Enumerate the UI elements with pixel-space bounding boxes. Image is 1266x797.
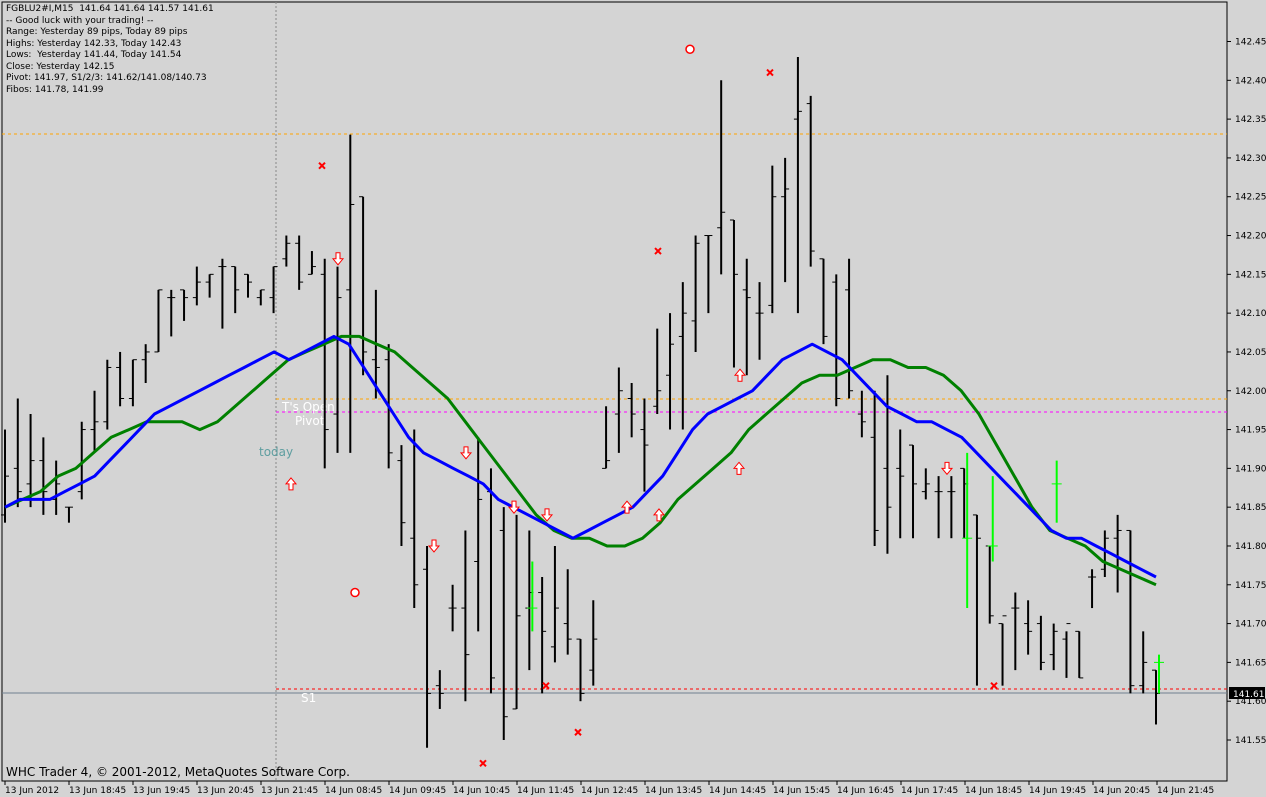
fractal-icon [685,44,695,55]
x-tick-label: 14 Jun 20:45 [1093,786,1150,796]
price-chart[interactable]: T's Open Pivot today S1 142.45142.40142.… [0,0,1266,797]
x-tick-label: 14 Jun 08:45 [325,786,382,796]
pivot-label: Pivot [295,414,325,428]
x-tick-label: 14 Jun 15:45 [773,786,830,796]
x-tick-label: 14 Jun 19:45 [1029,786,1086,796]
x-tick-label: 13 Jun 2012 [5,786,59,796]
x-tick-label: 14 Jun 17:45 [901,786,958,796]
y-tick-label: 141.85 [1235,503,1266,513]
price-axis[interactable]: 142.45 142.40 142.35 142.30 142.25 142.20 142.… [1227,38,1266,747]
info-line-6: Fibos: 141.78, 141.99 [6,84,104,95]
s1-label: S1 [301,691,316,705]
info-line-3: Lows: Yesterday 141.44, Today 141.54 [6,50,182,60]
time-axis[interactable]: 13 Jun 2012 13 Jun 18:45 13 Jun 19:45 13 Ju… [4,781,1214,796]
y-tick-label: 141.55 [1235,736,1266,746]
y-tick-label: 141.80 [1235,542,1266,552]
copyright-text: WHC Trader 4, © 2001-2012, MetaQuotes So… [6,765,350,779]
current-price-tag-text: 141.61 [1233,690,1265,700]
chart-window[interactable]: T's Open Pivot today S1 142.45 142.40 142.… [0,0,1266,797]
y-tick-label: 141.75 [1235,581,1266,591]
y-tick-label: 142.00 [1235,387,1266,397]
x-tick-label: 14 Jun 14:45 [709,786,766,796]
x-tick-label: 14 Jun 16:45 [837,786,894,796]
y-tick-label: 141.95 [1235,426,1266,436]
plot-area[interactable] [1,1,1228,782]
y-tick-label: 142.25 [1235,193,1266,203]
y-tick-label: 142.20 [1235,232,1266,242]
x-tick-label: 13 Jun 19:45 [133,786,190,796]
x-tick-label: 13 Jun 21:45 [261,786,318,796]
y-tick-label: 141.90 [1235,464,1266,474]
symbol-line: FGBLU2#I,M15 141.64 141.64 141.57 141.61 [6,4,214,14]
todays-open-label: T's Open [281,400,335,414]
x-tick-label: 14 Jun 18:45 [965,786,1022,796]
y-tick-label: 141.70 [1235,620,1266,630]
y-tick-label: 142.30 [1235,154,1266,164]
x-tick-label: 14 Jun 11:45 [517,786,574,796]
y-tick-label: 142.10 [1235,309,1266,319]
info-line-1: Range: Yesterday 89 pips, Today 89 pips [6,27,188,37]
info-line-2: Highs: Yesterday 142.33, Today 142.43 [6,38,182,49]
y-tick-label: 142.35 [1235,115,1266,125]
info-line-0: -- Good luck with your trading! -- [6,15,154,26]
x-tick-label: 13 Jun 18:45 [69,786,126,796]
fractal-icon [350,587,360,598]
y-tick-label: 142.40 [1235,76,1266,86]
x-tick-label: 14 Jun 09:45 [389,786,446,796]
info-line-5: Pivot: 141.97, S1/2/3: 141.62/141.08/140… [6,73,207,83]
today-label: today [259,445,293,459]
x-tick-label: 14 Jun 12:45 [581,786,638,796]
y-tick-label: 142.15 [1235,270,1266,280]
x-tick-label: 14 Jun 21:45 [1157,786,1214,796]
y-tick-label: 142.05 [1235,348,1266,358]
info-panel: FGBLU2#I,M15 141.64 141.64 141.57 141.61… [6,4,214,96]
info-line-4: Close: Yesterday 142.15 [6,61,115,72]
x-tick-label: 14 Jun 13:45 [645,786,702,796]
y-tick-label: 142.45 [1235,38,1266,48]
y-tick-label: 141.65 [1235,658,1266,668]
x-tick-label: 13 Jun 20:45 [197,786,254,796]
x-tick-label: 14 Jun 10:45 [453,786,510,796]
